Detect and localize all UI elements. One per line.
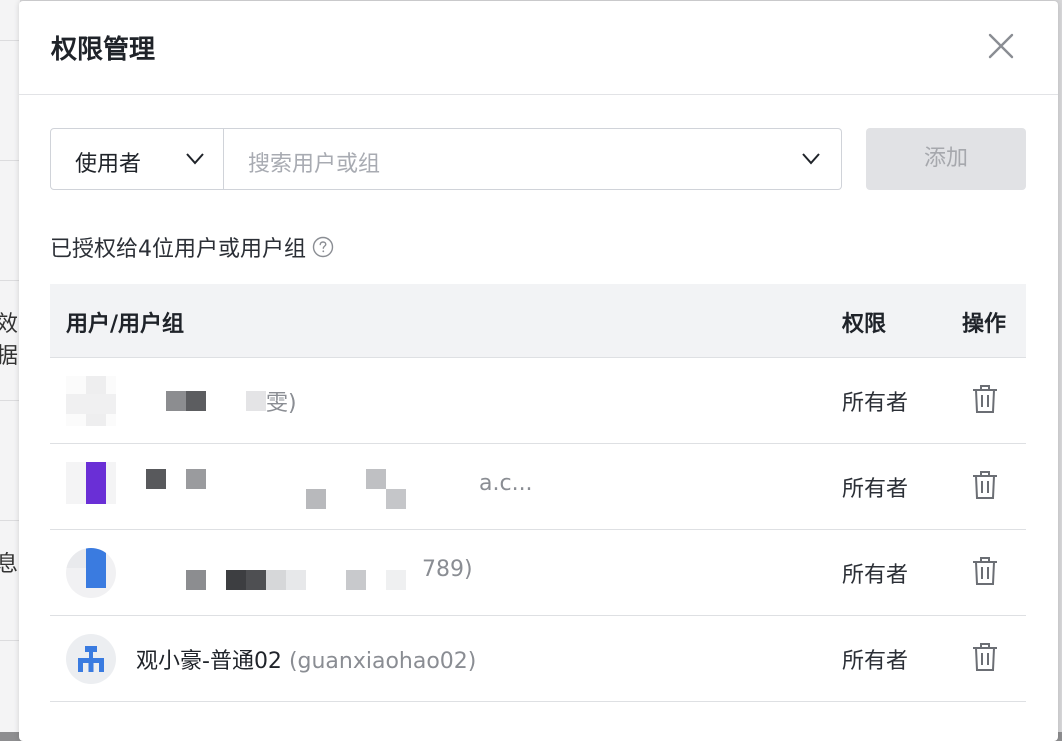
table-row: 789) 所有者: [50, 530, 1026, 616]
user-account: 雯): [266, 391, 297, 416]
principal-type-select[interactable]: 使用者: [50, 128, 224, 190]
obscured-name: [146, 469, 166, 489]
obscured-name: [386, 570, 406, 590]
trash-icon[interactable]: [972, 384, 998, 414]
column-header-user: 用户/用户组: [66, 312, 185, 337]
obscured-name: [286, 570, 306, 590]
trash-icon[interactable]: [972, 556, 998, 586]
user-account: 789): [422, 557, 473, 582]
background-divider: [0, 400, 20, 401]
user-group-icon: [78, 646, 104, 672]
permission-value: 所有者: [842, 563, 909, 588]
add-button[interactable]: 添加: [866, 128, 1026, 190]
table-header: 用户/用户组 权限 操作: [50, 284, 1026, 358]
avatar: [66, 548, 116, 598]
obscured-name: [246, 570, 266, 590]
column-header-permission: 权限: [842, 312, 887, 337]
permission-value: 所有者: [842, 649, 909, 674]
background-text: 效据: [0, 312, 19, 369]
obscured-name: [386, 489, 406, 509]
chevron-down-icon: [185, 151, 205, 170]
permission-dialog: 权限管理 使用者 搜索用户或组 添加 已授权给4位用户或用户组 用户/用户组 权…: [19, 1, 1058, 741]
background-divider: [0, 160, 20, 161]
table-row: a.c... 所有者: [50, 444, 1026, 530]
background-panel: 效据 息: [0, 0, 20, 732]
grant-summary: 已授权给4位用户或用户组: [50, 231, 334, 263]
obscured-name: [306, 489, 326, 509]
table-row: 雯) 所有者: [50, 358, 1026, 444]
background-text: 息: [0, 552, 19, 577]
obscured-name: [166, 391, 186, 411]
obscured-name: [186, 391, 206, 411]
user-search-select[interactable]: 搜索用户或组: [224, 128, 842, 190]
obscured-name: [346, 570, 366, 590]
table-row: 观小豪-普通02 (guanxiaohao02) 所有者: [50, 616, 1026, 702]
dialog-title: 权限管理: [51, 35, 156, 65]
avatar: [66, 376, 116, 426]
principal-type-value: 使用者: [75, 152, 142, 177]
chevron-down-icon: [801, 151, 821, 170]
obscured-name: [226, 570, 246, 590]
permission-table: 用户/用户组 权限 操作 雯) 所有者 a.c... 所有者 789) 所有者 …: [50, 284, 1026, 702]
avatar: [66, 462, 116, 512]
obscured-name: [186, 570, 206, 590]
dialog-header: 权限管理: [19, 1, 1058, 95]
background-divider: [0, 280, 20, 281]
obscured-name: [266, 570, 286, 590]
obscured-name: [186, 469, 206, 489]
background-divider: [0, 40, 20, 41]
question-circle-icon[interactable]: [312, 236, 334, 258]
close-icon[interactable]: [986, 31, 1016, 61]
background-divider: [0, 520, 20, 521]
permission-value: 所有者: [842, 391, 909, 416]
user-name: 观小豪-普通02 (guanxiaohao02): [136, 649, 477, 674]
avatar: [66, 634, 116, 684]
user-account: a.c...: [479, 471, 533, 496]
permission-value: 所有者: [842, 477, 909, 502]
trash-icon[interactable]: [972, 470, 998, 500]
obscured-name: [246, 391, 266, 411]
background-divider: [0, 640, 20, 641]
trash-icon[interactable]: [972, 642, 998, 672]
column-header-action: 操作: [962, 312, 1007, 337]
search-placeholder: 搜索用户或组: [248, 152, 381, 177]
grant-summary-text: 已授权给4位用户或用户组: [50, 237, 306, 262]
obscured-name: [366, 469, 386, 489]
